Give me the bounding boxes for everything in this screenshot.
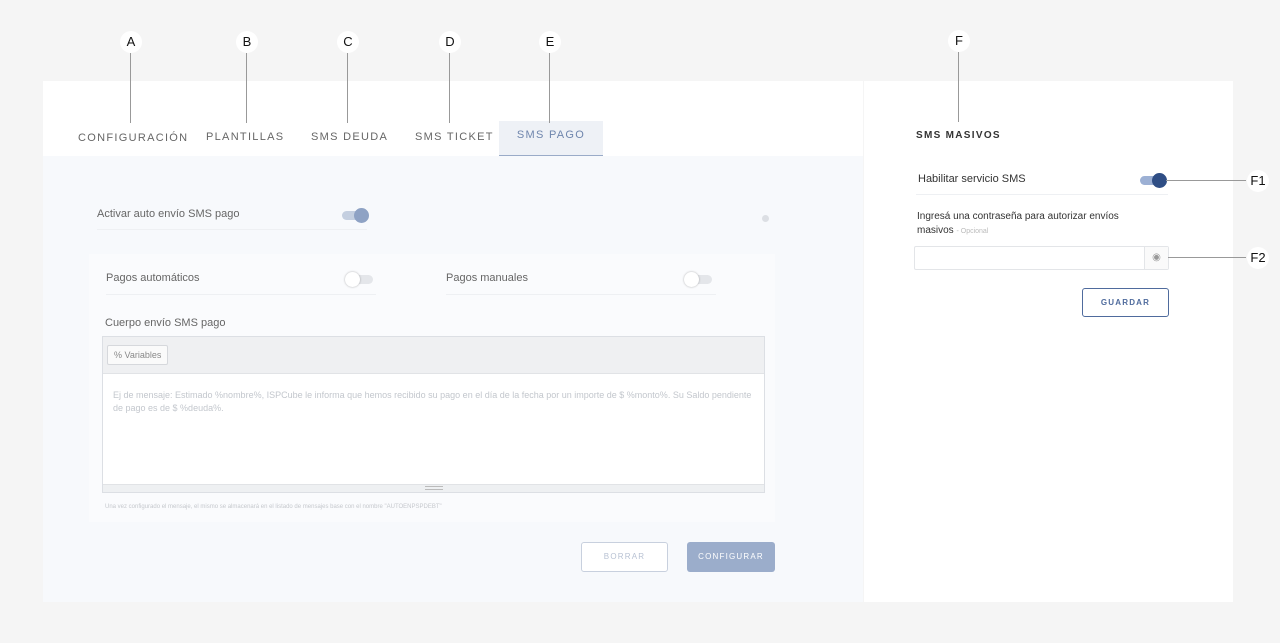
toggle-knob [1152,173,1167,188]
variables-button[interactable]: % Variables [107,345,169,365]
auto-payments-divider [106,294,376,295]
enable-sms-label: Habilitar servicio SMS [918,173,1026,185]
eye-icon[interactable]: ◉ [1144,247,1168,269]
callout-b: B [236,31,258,53]
callout-d-line [449,53,450,123]
tab-sms-deuda[interactable]: SMS DEUDA [311,123,387,158]
callout-f-line [958,52,959,122]
callout-a: A [120,31,142,53]
enable-sms-divider [916,194,1168,195]
callout-a-line [130,53,131,123]
callout-d: D [439,31,461,53]
sms-masivos-title: SMS MASIVOS [916,130,1001,141]
password-input[interactable]: ◉ [914,246,1169,270]
enable-sms-toggle[interactable] [1140,173,1167,188]
configure-button[interactable]: CONFIGURAR [687,542,775,572]
tab-sms-ticket[interactable]: SMS TICKET [415,123,493,158]
editor-toolbar: % Variables [103,337,764,374]
callout-e-line [549,53,550,123]
auto-payments-label: Pagos automáticos [106,272,200,284]
toggle-knob [354,208,369,223]
editor-resize-bar[interactable] [103,484,764,492]
tab-sms-pago[interactable]: SMS PAGO [499,121,603,156]
manual-payments-divider [446,294,716,295]
auto-send-toggle[interactable] [342,208,369,223]
auto-send-label: Activar auto envío SMS pago [97,208,240,220]
sms-settings-card: CONFIGURACIÓN PLANTILLAS SMS DEUDA SMS T… [43,81,863,602]
editor-placeholder[interactable]: Ej de mensaje: Estimado %nombre%, ISPCub… [113,389,753,415]
resize-grip-icon[interactable] [425,486,443,490]
tab-configuracion[interactable]: CONFIGURACIÓN [78,124,187,159]
auto-payments-toggle[interactable] [345,272,373,287]
callout-f2-line [1168,257,1246,258]
manual-payments-toggle[interactable] [684,272,712,287]
callout-c-line [347,53,348,123]
callout-f1-line [1166,180,1246,181]
callout-c: C [337,31,359,53]
password-optional: - Opcional [956,228,989,235]
info-dot [762,215,769,222]
toggle-knob [684,272,699,287]
callout-b-line [246,53,247,123]
body-label: Cuerpo envío SMS pago [105,317,226,329]
tab-bar: CONFIGURACIÓN PLANTILLAS SMS DEUDA SMS T… [43,121,863,156]
editor-hint: Una vez configurado el mensaje, el mismo… [105,504,442,510]
password-label: Ingresá una contraseña para autorizar en… [917,210,1142,239]
callout-f1: F1 [1247,170,1269,192]
callout-e: E [539,31,561,53]
clear-button[interactable]: BORRAR [581,542,668,572]
message-editor[interactable]: % Variables Ej de mensaje: Estimado %nom… [102,336,765,493]
save-button[interactable]: GUARDAR [1082,288,1169,317]
password-label-text: Ingresá una contraseña para autorizar en… [917,211,1119,236]
manual-payments-label: Pagos manuales [446,272,528,284]
callout-f2: F2 [1247,247,1269,269]
callout-f: F [948,30,970,52]
toggle-knob [345,272,360,287]
tab-plantillas[interactable]: PLANTILLAS [206,123,283,158]
sms-pago-panel: Activar auto envío SMS pago Pagos automá… [43,156,863,602]
auto-send-divider [97,229,367,230]
sms-masivos-card: SMS MASIVOS Habilitar servicio SMS Ingre… [864,81,1233,602]
